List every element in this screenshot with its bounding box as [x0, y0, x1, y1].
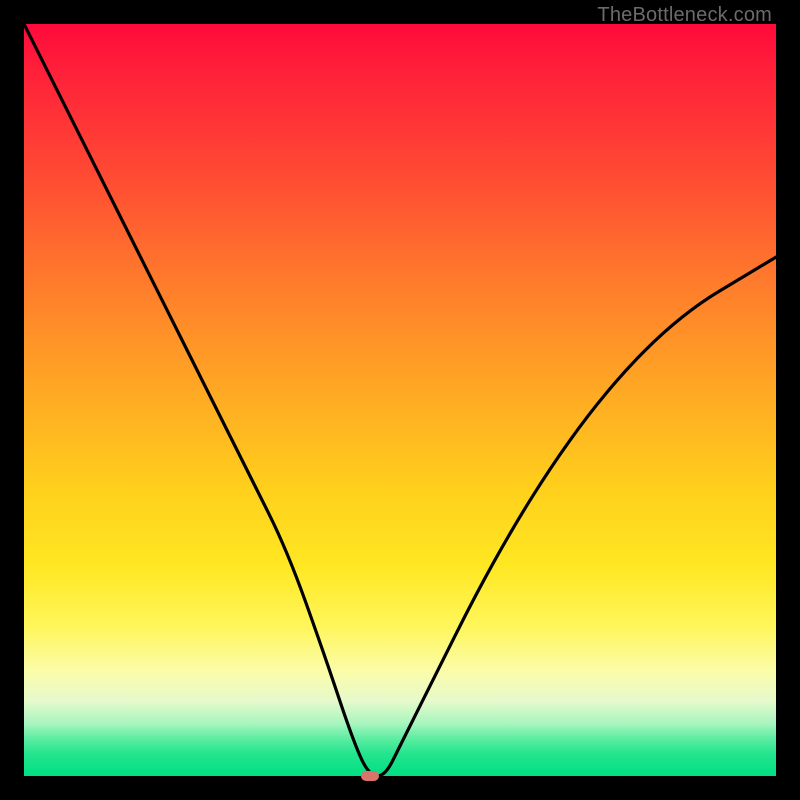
optimum-marker [361, 771, 379, 781]
bottleneck-curve-path [24, 24, 776, 776]
plot-area [24, 24, 776, 776]
curve-svg [24, 24, 776, 776]
chart-frame: TheBottleneck.com [0, 0, 800, 800]
